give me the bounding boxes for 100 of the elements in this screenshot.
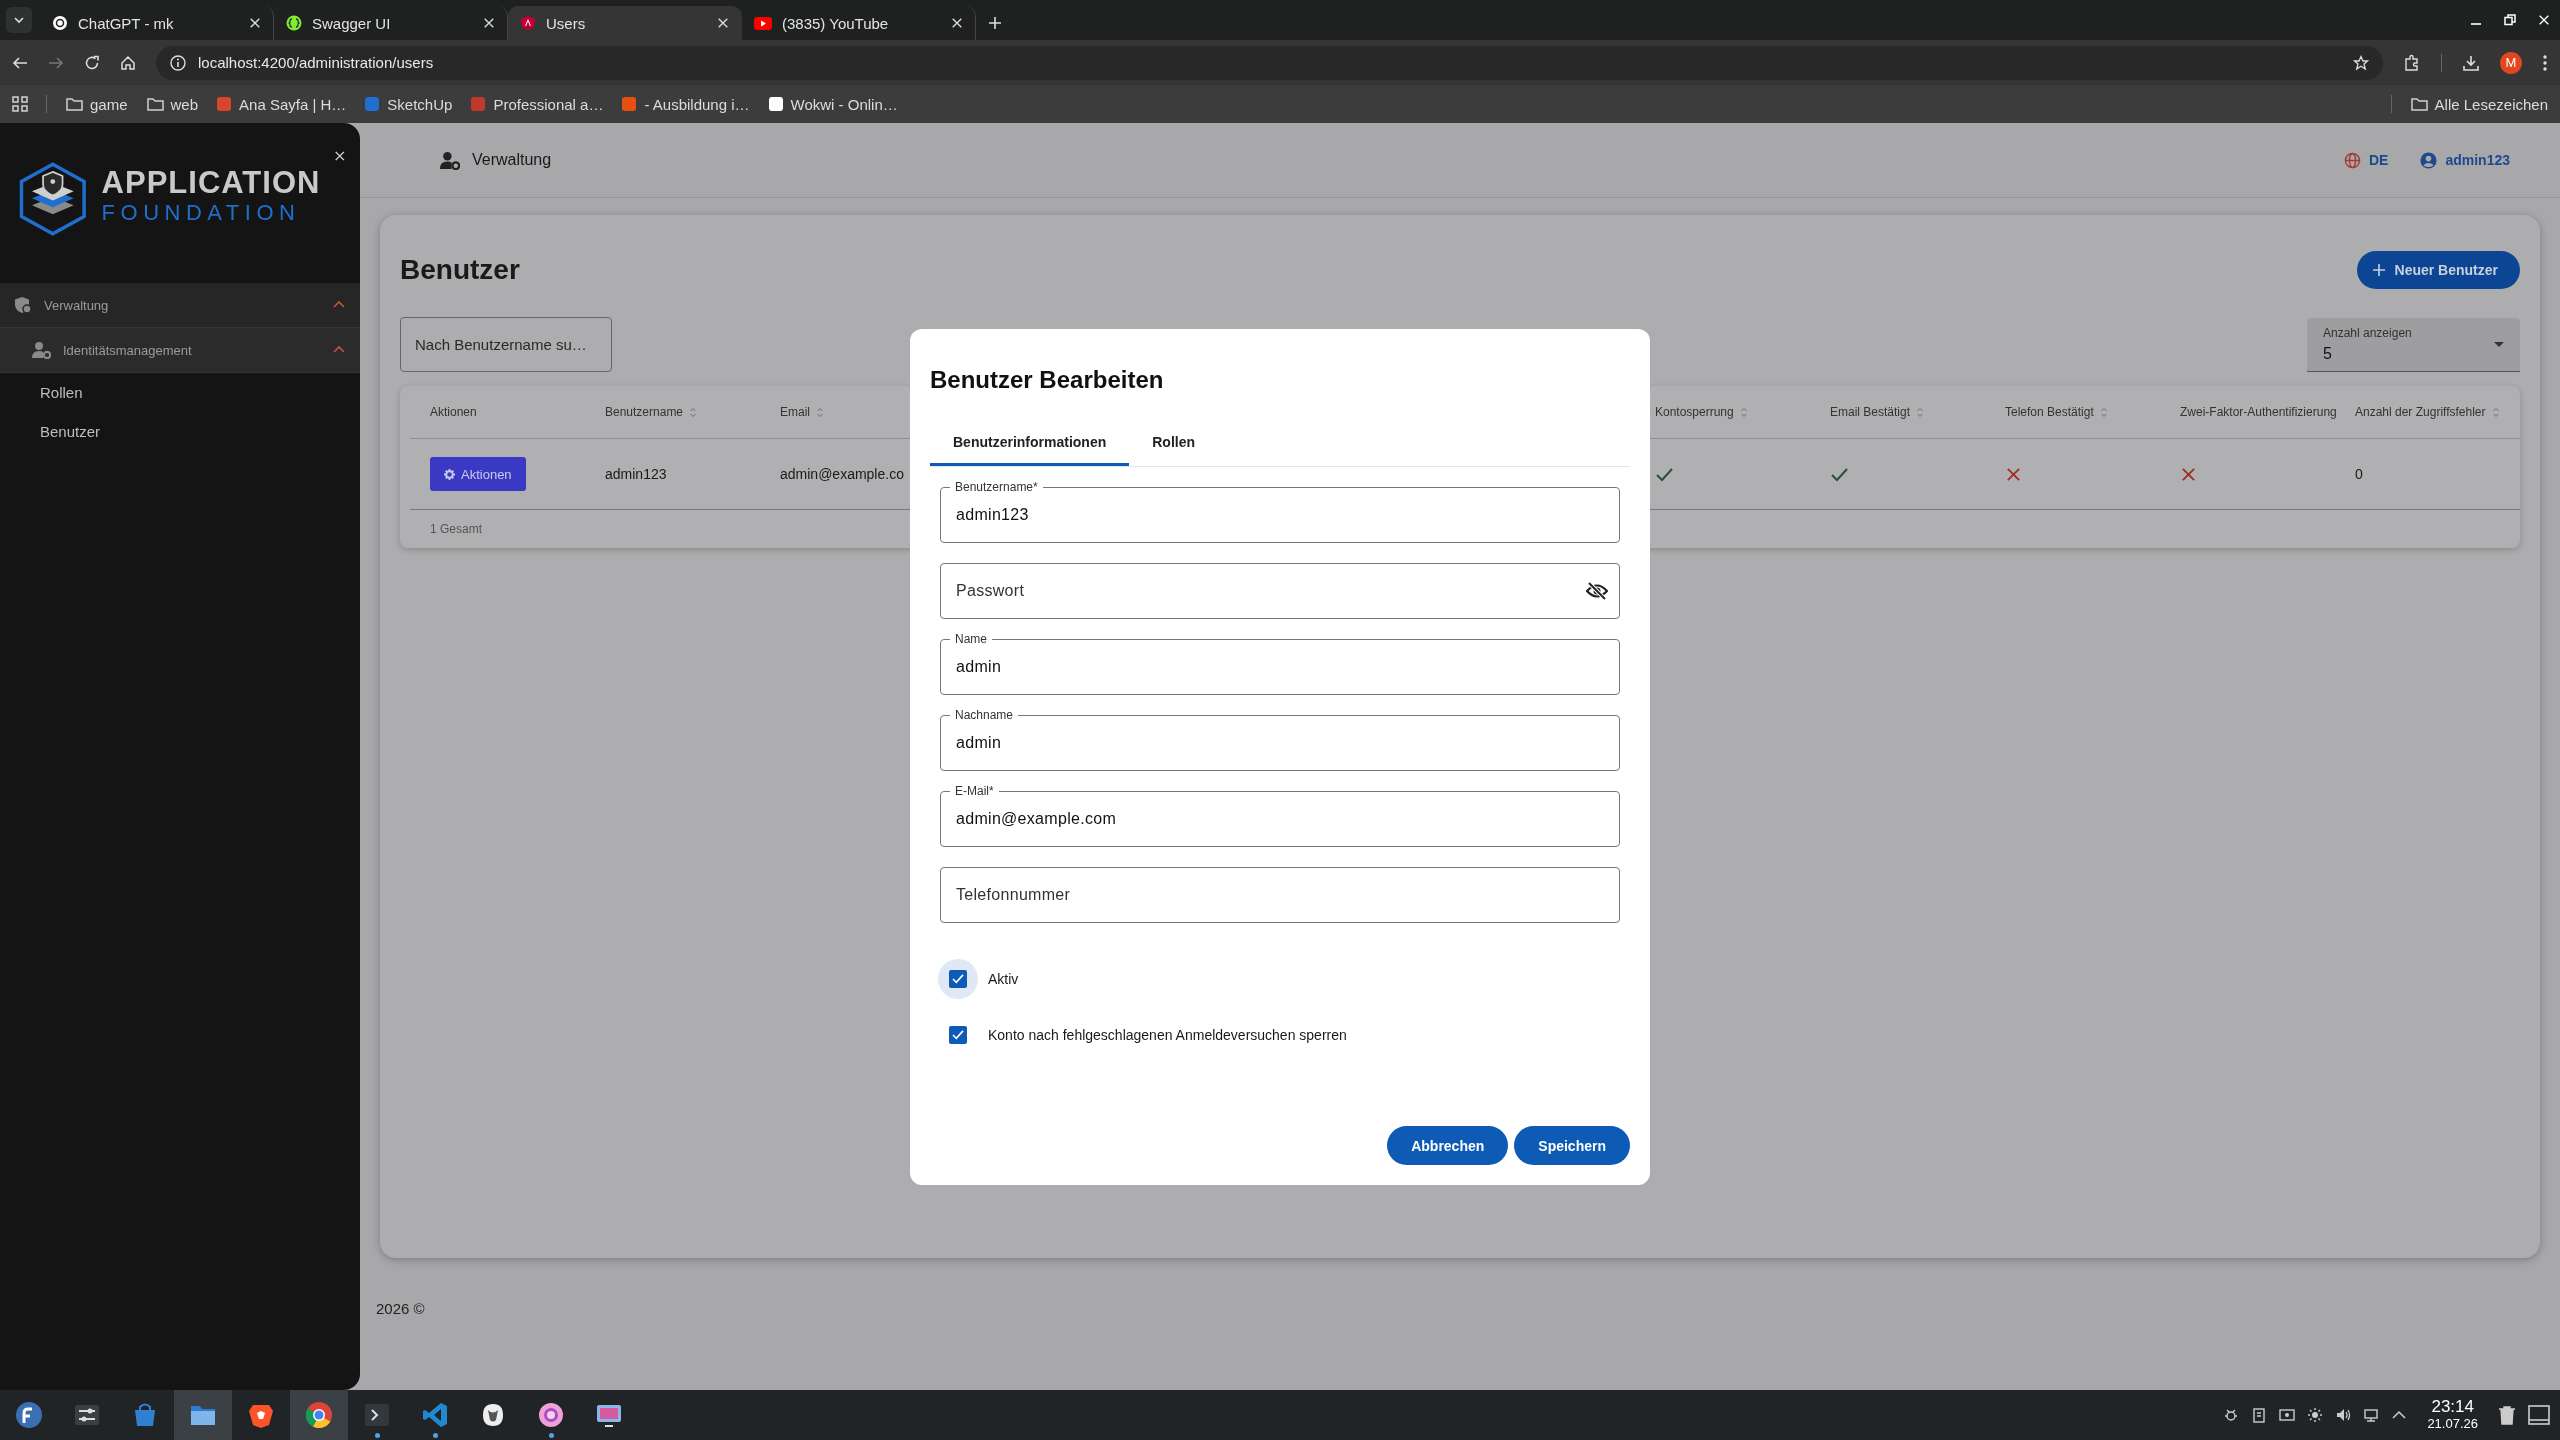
show-desktop-icon[interactable] xyxy=(2528,1405,2550,1425)
column-header[interactable]: Email Bestätigt xyxy=(1830,402,1925,422)
trash-icon[interactable] xyxy=(2498,1405,2516,1425)
actions-button[interactable]: Aktionen xyxy=(430,457,526,491)
network-icon[interactable] xyxy=(2363,1407,2380,1423)
checkbox-label: Aktiv xyxy=(988,971,1019,987)
screen-icon[interactable] xyxy=(2279,1407,2296,1423)
browser-tab[interactable]: Users xyxy=(508,6,742,40)
search-field[interactable]: Nach Benutzername su… xyxy=(400,317,612,372)
code-editor-icon xyxy=(421,1401,449,1429)
bookmark[interactable]: Alle Lesezeichen xyxy=(2409,95,2548,113)
checkbox[interactable] xyxy=(938,959,978,999)
bookmark[interactable]: Ana Sayfa | H… xyxy=(216,95,347,113)
menu-icon[interactable] xyxy=(2542,53,2548,72)
puzzle-icon[interactable] xyxy=(2403,53,2421,72)
submenu-item[interactable]: Identitätsmanagement xyxy=(0,328,360,373)
page-title: Benutzer xyxy=(400,254,520,286)
shield-logo-icon xyxy=(520,15,536,31)
bookmark[interactable]: Wokwi - Onlin… xyxy=(767,95,898,113)
play-logo-icon xyxy=(754,16,772,30)
close-icon[interactable] xyxy=(951,17,963,29)
home-icon[interactable] xyxy=(120,54,136,71)
plus-icon xyxy=(2372,264,2385,276)
gear-icon xyxy=(444,468,455,480)
reload-icon[interactable] xyxy=(84,54,100,71)
total-count: 1 Gesamt xyxy=(430,522,483,536)
language-button[interactable]: DE xyxy=(2343,151,2389,169)
bookmark[interactable]: web xyxy=(145,95,199,113)
back-icon[interactable] xyxy=(12,54,28,71)
menu-item[interactable]: Verwaltung xyxy=(0,283,360,328)
profile-avatar[interactable]: M xyxy=(2500,51,2522,74)
folder-icon xyxy=(2409,95,2428,113)
page-size-select[interactable]: Anzahl anzeigen 5 xyxy=(2307,318,2520,372)
close-icon[interactable] xyxy=(483,17,495,29)
dialog-tab[interactable]: Benutzerinformationen xyxy=(930,421,1130,466)
dropdown-arrow-icon xyxy=(2494,341,2504,348)
url-text: localhost:4200/administration/users xyxy=(198,54,435,71)
column-header[interactable]: Email xyxy=(780,402,824,422)
breadcrumb: Verwaltung xyxy=(472,151,553,169)
terminal-icon xyxy=(363,1401,391,1429)
globe-icon xyxy=(2343,151,2361,169)
eye-off-icon[interactable] xyxy=(1586,582,1608,600)
dialog-button[interactable]: Abbrechen xyxy=(1387,1126,1509,1165)
close-icon[interactable] xyxy=(334,148,346,164)
column-header: Zwei-Faktor-Authentifizierung xyxy=(2180,404,2337,421)
dialog-button[interactable]: Speichern xyxy=(1514,1126,1630,1165)
table-cell-text: admin@example.co xyxy=(780,465,904,484)
menu-link[interactable]: Rollen xyxy=(0,373,360,412)
address-bar[interactable]: localhost:4200/administration/users xyxy=(156,45,2383,80)
bookmark[interactable]: - Ausbildung i… xyxy=(621,95,750,113)
column-header[interactable]: Benutzername xyxy=(605,402,698,422)
disc-icon xyxy=(537,1401,565,1429)
close-icon[interactable] xyxy=(249,17,261,29)
brand-subtitle: FOUNDATION xyxy=(101,200,302,226)
user-menu-button[interactable]: admin123 xyxy=(2420,151,2510,169)
new-user-button[interactable]: Neuer Benutzer xyxy=(2356,251,2520,289)
download-icon[interactable] xyxy=(2462,53,2480,72)
tab-search-button[interactable] xyxy=(6,7,32,33)
brand-name: APPLICATION xyxy=(101,166,321,200)
speaker-icon[interactable] xyxy=(2335,1407,2352,1423)
site-icon xyxy=(364,96,381,112)
field-label: E-Mail* xyxy=(950,784,999,798)
site-icon xyxy=(621,96,638,112)
account-icon xyxy=(2420,151,2438,169)
restore-icon[interactable] xyxy=(2504,14,2516,26)
clock[interactable]: 23:14 21.07.26 xyxy=(2427,1398,2478,1432)
dialog-tab[interactable]: Rollen xyxy=(1129,421,1218,466)
folder-icon xyxy=(145,95,164,113)
column-header[interactable]: Kontosperrung xyxy=(1655,402,1748,422)
menu-link[interactable]: Benutzer xyxy=(0,412,360,451)
bookmark[interactable]: SketchUp xyxy=(364,95,453,113)
site-icon xyxy=(767,96,784,112)
checkbox-label: Konto nach fehlgeschlagenen Anmeldeversuchen sperren xyxy=(988,1027,1347,1043)
info-icon[interactable] xyxy=(170,54,186,71)
sort-icon xyxy=(2099,406,2108,418)
star-icon[interactable] xyxy=(2353,54,2369,71)
table-cell-text: 0 xyxy=(2355,465,2363,484)
bug-icon[interactable] xyxy=(2223,1407,2240,1423)
bookmark[interactable]: Professional a… xyxy=(470,95,604,113)
tab-title: Users xyxy=(546,14,587,32)
text-field[interactable]: Telefonnummer xyxy=(940,867,1620,923)
caret-icon xyxy=(13,14,25,26)
taskbar-button[interactable] xyxy=(290,1390,348,1440)
field-label: Nachname xyxy=(950,708,1019,722)
bookmark[interactable]: game xyxy=(65,95,128,113)
apps-grid-icon[interactable] xyxy=(12,96,28,112)
brightness-icon[interactable] xyxy=(2307,1407,2324,1423)
shield-icon xyxy=(14,296,32,314)
user-gear-icon xyxy=(440,150,460,170)
column-header[interactable]: Telefon Bestätigt xyxy=(2005,402,2108,422)
password-field[interactable]: Passwort xyxy=(940,563,1620,619)
braces-logo-icon xyxy=(286,15,302,31)
close-icon[interactable] xyxy=(717,17,729,29)
new-tab-icon[interactable] xyxy=(988,16,1002,30)
tab-title: Swagger UI xyxy=(312,14,392,32)
column-header[interactable]: Anzahl der Zugriffsfehler xyxy=(2355,402,2500,422)
sort-icon xyxy=(816,406,824,418)
sort-icon xyxy=(1739,406,1748,418)
forward-icon[interactable] xyxy=(48,54,64,71)
clipboard-icon[interactable] xyxy=(2251,1407,2268,1423)
